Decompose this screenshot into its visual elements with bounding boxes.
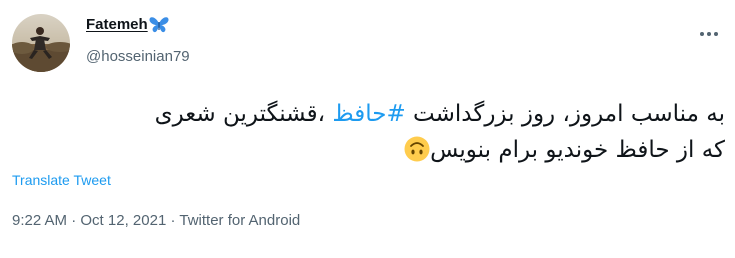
tweet-text: به مناسب امروز، روز بزرگداشت #حافظ ،قشنگ… [10,96,725,168]
upside-down-face-emoji-icon [404,136,430,162]
author-display-name[interactable]: Fatemeh [86,16,169,33]
tweet-card: Fatemeh @hosseinian79 به مناسب امروز، رو… [0,0,735,258]
avatar[interactable] [12,14,70,72]
tweet-source[interactable]: Twitter for Android [179,212,300,229]
meta-separator: · [67,212,81,229]
tweet-time[interactable]: 9:22 AM [12,212,67,229]
more-options-icon[interactable] [696,24,722,44]
tweet-metadata: 9:22 AM · Oct 12, 2021 · Twitter for And… [12,212,300,229]
tweet-line-2: که از حافظ خوندیو برام بنویس [10,132,725,168]
meta-separator: · [166,212,180,229]
display-name-text[interactable]: Fatemeh [86,16,148,33]
hashtag-link[interactable]: #حافظ [332,101,405,127]
author-handle[interactable]: @hosseinian79 [86,48,190,65]
tweet-text-part: ،قشنگترین شعری [154,101,333,127]
avatar-image [12,14,70,72]
translate-tweet-link[interactable]: Translate Tweet [12,172,111,188]
butterfly-icon [149,17,169,33]
tweet-text-part: به مناسب امروز، روز بزرگداشت [405,101,725,127]
tweet-text-part: که از حافظ خوندیو برام بنویس [430,137,725,163]
tweet-line-1: به مناسب امروز، روز بزرگداشت #حافظ ،قشنگ… [10,96,725,132]
tweet-date[interactable]: Oct 12, 2021 [80,212,166,229]
